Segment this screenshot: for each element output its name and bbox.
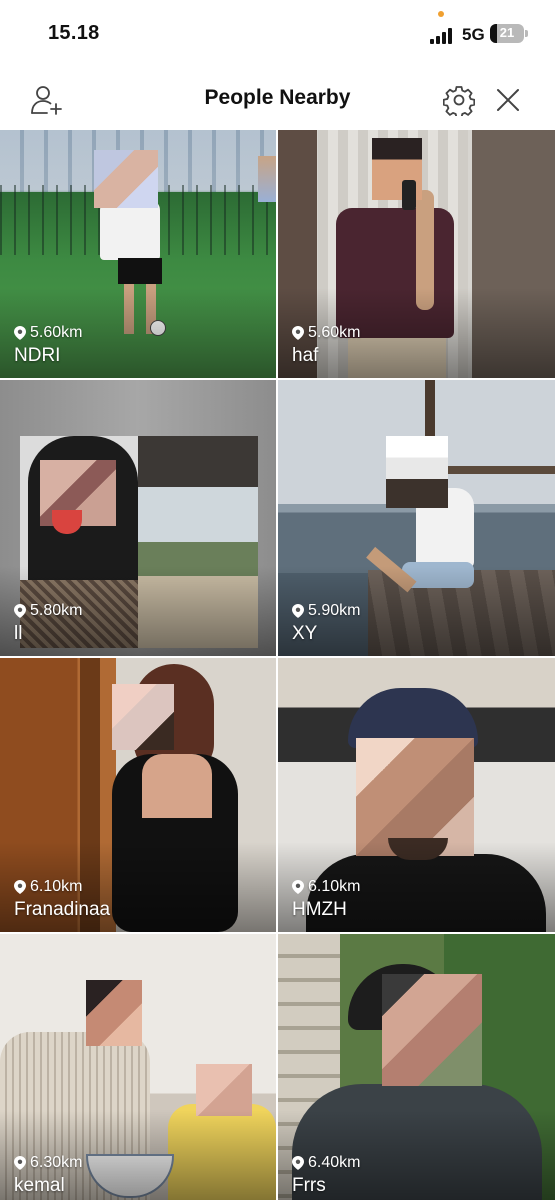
- location-pin-icon: [14, 880, 26, 894]
- location-pin-icon: [14, 326, 26, 340]
- distance-label: 5.80km: [14, 602, 82, 620]
- location-pin-icon: [292, 880, 304, 894]
- distance-text: 5.90km: [308, 602, 361, 619]
- person-name: kemal: [14, 1175, 65, 1196]
- battery-tip: [525, 30, 528, 37]
- distance-label: 6.40km: [292, 1154, 360, 1172]
- cellular-signal-icon: [430, 27, 456, 44]
- censored-face: [94, 150, 158, 208]
- battery-level: 21: [499, 25, 515, 40]
- battery-icon: 21: [490, 24, 524, 43]
- nav-bar: People Nearby: [0, 70, 555, 130]
- censored-face: [196, 1064, 252, 1116]
- player-shirt: [100, 200, 160, 260]
- people-grid: 5.60km NDRI 5.60km haf 5.80km ll 5.90km …: [0, 130, 555, 1200]
- censored-face: [86, 980, 142, 1046]
- person-name: haf: [292, 345, 319, 366]
- phone: [402, 180, 416, 210]
- distance-text: 5.80km: [30, 602, 83, 619]
- status-time: 15.18: [48, 22, 100, 44]
- network-type: 5G: [462, 25, 485, 44]
- person-card[interactable]: 6.10km HMZH: [278, 658, 555, 932]
- person-card[interactable]: 6.10km Franadinaa: [0, 658, 276, 932]
- close-icon: [497, 89, 519, 111]
- person-card[interactable]: 6.40km Frrs: [278, 934, 555, 1200]
- distance-text: 5.60km: [308, 324, 361, 341]
- censored-face: [386, 436, 448, 508]
- distance-label: 5.90km: [292, 602, 360, 620]
- location-pin-icon: [292, 604, 304, 618]
- person-card[interactable]: 5.80km ll: [0, 380, 276, 656]
- gear-icon: [443, 86, 475, 116]
- location-pin-icon: [14, 1156, 26, 1170]
- person-card[interactable]: 5.90km XY: [278, 380, 555, 656]
- player-shorts: [118, 258, 162, 284]
- distance-text: 6.40km: [308, 1154, 361, 1171]
- location-pin-icon: [292, 326, 304, 340]
- person-name: HMZH: [292, 899, 347, 920]
- person-card[interactable]: 5.60km NDRI: [0, 130, 276, 378]
- person-name: ll: [14, 623, 23, 644]
- person-name: Frrs: [292, 1175, 326, 1196]
- status-bar: 15.18 5G 21: [0, 0, 555, 70]
- distance-text: 5.60km: [30, 324, 83, 341]
- distance-label: 6.10km: [292, 878, 360, 896]
- person-card[interactable]: 6.30km kemal: [0, 934, 276, 1200]
- distance-label: 5.60km: [14, 324, 82, 342]
- distance-text: 6.30km: [30, 1154, 83, 1171]
- distance-text: 6.10km: [30, 878, 83, 895]
- distance-label: 5.60km: [292, 324, 360, 342]
- rail: [438, 466, 555, 474]
- location-pin-icon: [14, 604, 26, 618]
- distance-label: 6.30km: [14, 1154, 82, 1172]
- bare-back: [142, 754, 212, 818]
- censored-face: [258, 156, 276, 202]
- person-card[interactable]: 5.60km haf: [278, 130, 555, 378]
- privacy-indicator-dot: [438, 11, 444, 17]
- person-name: XY: [292, 623, 318, 644]
- distance-label: 6.10km: [14, 878, 82, 896]
- location-pin-icon: [292, 1156, 304, 1170]
- censored-face: [382, 974, 482, 1086]
- censored-face: [112, 684, 174, 750]
- person-name: NDRI: [14, 345, 61, 366]
- close-button[interactable]: [490, 82, 526, 118]
- settings-button[interactable]: [441, 82, 477, 118]
- distance-text: 6.10km: [308, 878, 361, 895]
- person-name: Franadinaa: [14, 899, 111, 920]
